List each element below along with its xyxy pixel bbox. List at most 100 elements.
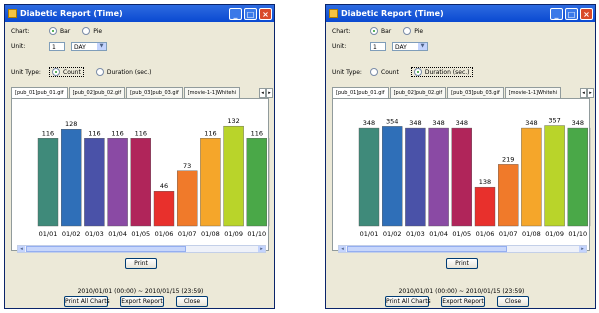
bar-9 (246, 138, 268, 227)
unit-row: Unit: 1 DAY ▼ (11, 42, 107, 51)
minimize-icon[interactable]: _ (550, 7, 563, 20)
bar-7 (200, 138, 221, 227)
bar-label: Bar (381, 27, 392, 35)
x-tick-label: 01/02 (62, 230, 81, 238)
chart-option-bar[interactable]: Bar (49, 27, 70, 35)
scroll-right-icon[interactable]: ▸ (579, 246, 586, 252)
duration-radio[interactable] (95, 68, 104, 76)
maximize-icon[interactable]: □ (565, 7, 578, 20)
tab-pub-02[interactable]: [pub_02]pub_02.gif (68, 87, 126, 98)
chevron-down-icon[interactable]: ▼ (97, 43, 106, 50)
unit-input[interactable]: 1 (370, 42, 386, 51)
bar-value-label: 348 (572, 119, 584, 127)
unit-select-value: DAY (74, 44, 86, 51)
duration-radio[interactable] (413, 68, 422, 76)
bar-value-label: 348 (363, 119, 375, 127)
unit-select[interactable]: DAY ▼ (392, 42, 428, 51)
report-window-2: Diabetic Report (Time) _ □ × Chart: Bar … (325, 4, 596, 309)
print-all-charts-button[interactable]: Print All Charts (385, 296, 431, 307)
chevron-left-icon[interactable]: ◂ (580, 88, 587, 98)
duration-label: Duration (sec.) (424, 68, 470, 76)
unit-select[interactable]: DAY ▼ (71, 42, 107, 51)
unit-type-duration[interactable]: Duration (sec.) (410, 67, 473, 77)
bar-radio[interactable] (49, 27, 57, 35)
title-bar[interactable]: Diabetic Report (Time) _ □ × (5, 5, 274, 22)
chart-option-pie[interactable]: Pie (82, 27, 102, 35)
tab-pub-01[interactable]: [pub_01]pub_01.gif (11, 87, 68, 98)
bar-value-label: 132 (227, 117, 239, 125)
chevron-right-icon[interactable]: ▸ (587, 88, 594, 98)
unit-select-value: DAY (395, 44, 407, 51)
tab-pub-03[interactable]: [pub_03]pub_03.gif (447, 87, 504, 98)
chart-option-bar[interactable]: Bar (370, 27, 391, 35)
tab-pub-01[interactable]: [pub_01]pub_01.gif (332, 87, 389, 98)
unit-input[interactable]: 1 (49, 42, 65, 51)
count-radio[interactable] (370, 68, 378, 76)
bar-value-label: 116 (42, 129, 54, 137)
unit-type-row: Unit Type: Count Duration (sec.) (11, 67, 164, 77)
window-title: Diabetic Report (Time) (20, 9, 123, 18)
print-all-charts-button[interactable]: Print All Charts (64, 296, 110, 307)
bar-label: Bar (60, 27, 71, 35)
close-icon[interactable]: × (259, 7, 272, 20)
print-button[interactable]: Print (125, 258, 157, 269)
tab-pub-03[interactable]: [pub_03]pub_03.gif (126, 87, 183, 98)
minimize-icon[interactable]: _ (229, 7, 242, 20)
app-icon (8, 9, 17, 18)
chevron-down-icon[interactable]: ▼ (418, 43, 427, 50)
export-report-button[interactable]: Export Report (120, 296, 164, 307)
scroll-left-icon[interactable]: ◂ (18, 246, 25, 252)
report-window-1: Diabetic Report (Time) _ □ × Chart: Bar … (4, 4, 275, 309)
x-tick-label: 01/01 (360, 230, 379, 238)
chart-area: 116 01/01 128 01/02 116 01/03 116 01/04 116 01/05… (11, 98, 270, 251)
duration-label: Duration (sec.) (106, 68, 152, 76)
bar-radio[interactable] (370, 27, 378, 35)
bar-6 (497, 164, 519, 227)
export-report-button[interactable]: Export Report (441, 296, 485, 307)
x-tick-label: 01/06 (476, 230, 495, 238)
x-tick-label: 01/07 (499, 230, 518, 238)
scroll-thumb[interactable] (26, 246, 186, 252)
x-tick-label: 01/05 (131, 230, 150, 238)
bar-value-label: 116 (111, 129, 123, 137)
bar-value-label: 116 (135, 129, 147, 137)
count-label: Count (381, 68, 399, 76)
pie-label: Pie (414, 27, 424, 35)
pie-radio[interactable] (82, 27, 91, 35)
count-radio[interactable] (52, 68, 60, 76)
scroll-right-icon[interactable]: ▸ (258, 246, 265, 252)
unit-label: Unit: (11, 43, 26, 50)
x-tick-label: 01/07 (178, 230, 197, 238)
close-button[interactable]: Close (497, 296, 529, 307)
x-tick-label: 01/05 (452, 230, 471, 238)
print-button[interactable]: Print (446, 258, 478, 269)
chart-option-pie[interactable]: Pie (403, 27, 423, 35)
bar-value-label: 128 (65, 120, 77, 128)
scroll-left-icon[interactable]: ◂ (339, 246, 346, 252)
maximize-icon[interactable]: □ (244, 7, 257, 20)
chevron-right-icon[interactable]: ▸ (266, 88, 273, 98)
unit-type-count[interactable]: Count (49, 67, 84, 77)
bar-3 (107, 138, 128, 227)
x-tick-label: 01/09 (224, 230, 243, 238)
chevron-left-icon[interactable]: ◂ (259, 88, 266, 98)
chart-scrollbar[interactable]: ◂ ▸ (17, 245, 266, 253)
bar-1 (61, 129, 82, 227)
pie-label: Pie (93, 27, 103, 35)
bar-value-label: 348 (409, 119, 421, 127)
tab-movie[interactable]: [movie-1-1]Whitehi (504, 87, 562, 98)
bar-2 (405, 127, 426, 227)
chart-scrollbar[interactable]: ◂ ▸ (338, 245, 587, 253)
scroll-thumb[interactable] (347, 246, 507, 252)
bar-value-label: 46 (160, 182, 168, 190)
unit-type-duration[interactable]: Duration (sec.) (95, 68, 152, 76)
close-button[interactable]: Close (176, 296, 208, 307)
bar-value-label: 138 (479, 178, 491, 186)
title-bar[interactable]: Diabetic Report (Time) _ □ × (326, 5, 595, 22)
bar-value-label: 348 (525, 119, 537, 127)
tab-pub-02[interactable]: [pub_02]pub_02.gif (389, 87, 447, 98)
close-icon[interactable]: × (580, 7, 593, 20)
tab-movie[interactable]: [movie-1-1]Whitehi (183, 87, 241, 98)
pie-radio[interactable] (403, 27, 412, 35)
unit-type-count[interactable]: Count (370, 68, 399, 76)
